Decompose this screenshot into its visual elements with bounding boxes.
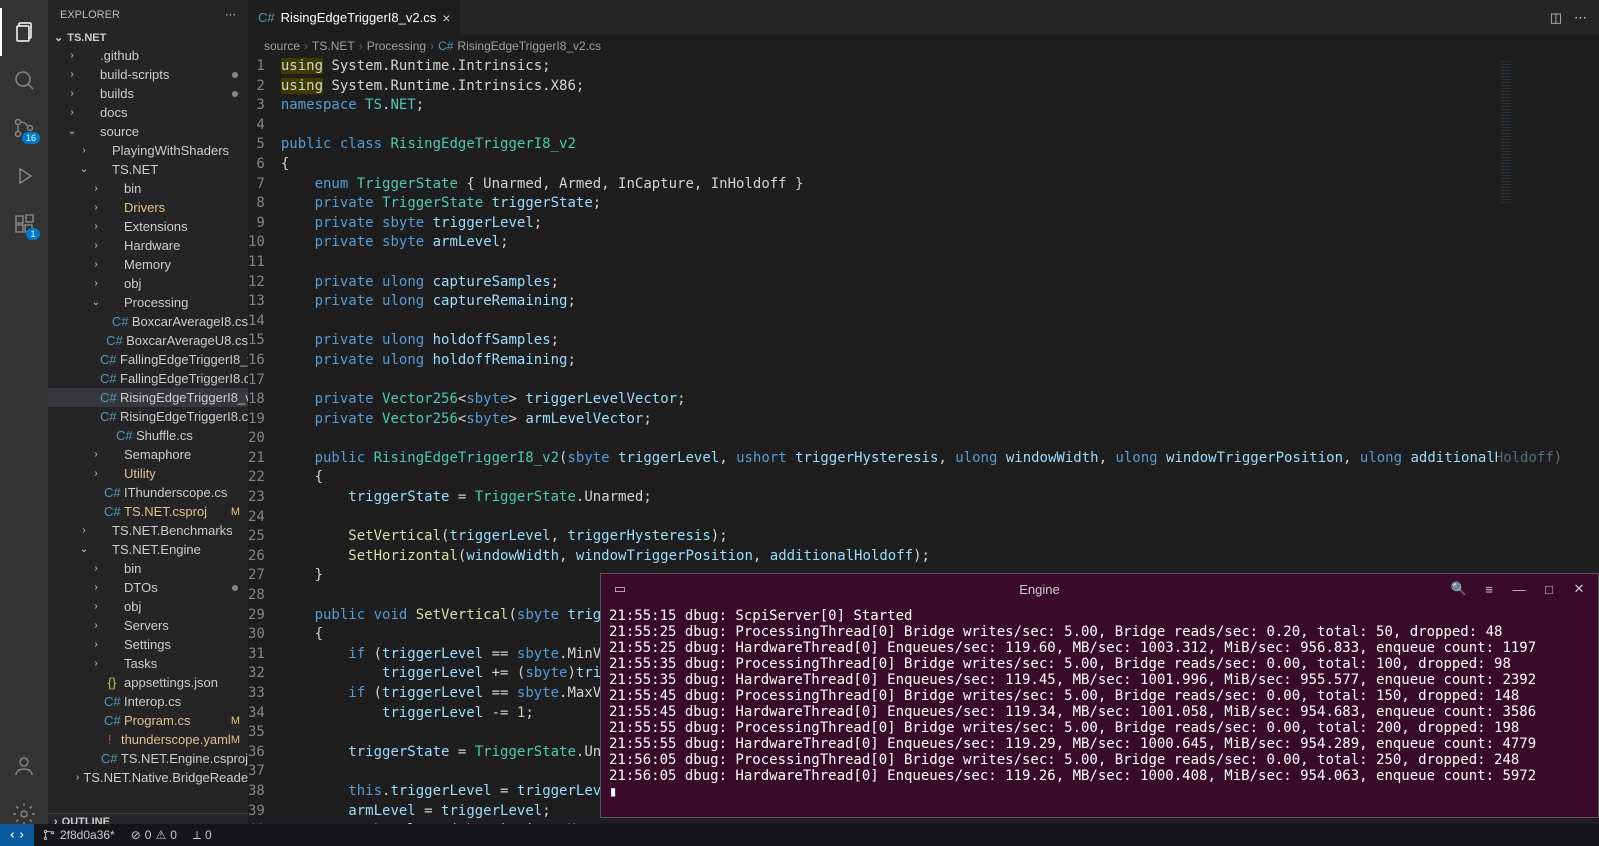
more-icon[interactable]: ⋯ [1574,10,1587,26]
explorer-icon[interactable] [0,8,48,56]
terminal-title: Engine [639,582,1440,597]
tree-item[interactable]: ›Utility [48,464,248,483]
file-tree: ›.github›build-scripts›builds›docs⌄sourc… [48,46,248,813]
branch-indicator[interactable]: 2f8d0a36* [34,828,123,842]
maximize-icon[interactable]: □ [1538,578,1560,600]
tree-item[interactable]: C#Program.csM [48,711,248,730]
close-icon[interactable]: ✕ [1568,578,1590,600]
tree-item[interactable]: ⌄source [48,122,248,141]
tree-item[interactable]: C#RisingEdgeTriggerI8_v2.cs [48,388,248,407]
tree-item[interactable]: C#TS.NET.csprojM [48,502,248,521]
extensions-icon[interactable]: 1 [0,200,48,248]
tree-item[interactable]: ›build-scripts [48,65,248,84]
scm-badge: 16 [22,132,40,144]
tab-label: RisingEdgeTriggerI8_v2.cs [281,10,437,25]
tree-item[interactable]: ›TS.NET.Native.BridgeReader [48,768,248,787]
tree-item[interactable]: ›docs [48,103,248,122]
tree-item[interactable]: ⌄TS.NET.Engine [48,540,248,559]
tree-item[interactable]: C#Shuffle.cs [48,426,248,445]
terminal-header: ▭ Engine 🔍 ≡ — □ ✕ [601,574,1598,604]
minimize-icon[interactable]: — [1508,578,1530,600]
tree-item[interactable]: ›Semaphore [48,445,248,464]
tree-item[interactable]: !thunderscope.yamlM [48,730,248,749]
source-control-icon[interactable]: 16 [0,104,48,152]
sidebar: EXPLORER ⋯ ⌄TS.NET ›.github›build-script… [48,0,248,846]
tree-item[interactable]: C#FallingEdgeTriggerI8_v2.cs [48,350,248,369]
tree-item[interactable]: C#IThunderscope.cs [48,483,248,502]
tree-item[interactable]: ›DTOs [48,578,248,597]
tree-item[interactable]: ›TS.NET.Benchmarks [48,521,248,540]
project-root[interactable]: ⌄TS.NET [48,29,248,46]
terminal-tab-icon[interactable]: ▭ [609,578,631,600]
tree-item[interactable]: ›obj [48,274,248,293]
tree-item[interactable]: ›bin [48,179,248,198]
close-icon[interactable]: × [442,10,450,26]
terminal-panel: ▭ Engine 🔍 ≡ — □ ✕ 21:55:15 dbug: ScpiSe… [600,573,1599,818]
account-icon[interactable] [0,742,48,790]
tree-item[interactable]: C#BoxcarAverageI8.cs [48,312,248,331]
breadcrumb[interactable]: source›TS.NET›Processing›C# RisingEdgeTr… [248,35,1599,57]
tree-item[interactable]: C#TS.NET.Engine.csproj [48,749,248,768]
tree-item[interactable]: ›Drivers [48,198,248,217]
tree-item[interactable]: ›Extensions [48,217,248,236]
tree-item[interactable]: ›Tasks [48,654,248,673]
tree-item[interactable]: ⌄TS.NET [48,160,248,179]
tree-item[interactable]: C#FallingEdgeTriggerI8.cs [48,369,248,388]
sidebar-header: EXPLORER ⋯ [48,0,248,29]
activity-bar: 16 1 [0,0,48,846]
split-icon[interactable]: ◫ [1550,10,1562,26]
tree-item[interactable]: ⌄Processing [48,293,248,312]
tree-item[interactable]: ›Servers [48,616,248,635]
explorer-title: EXPLORER [60,9,120,21]
search-icon[interactable] [0,56,48,104]
tree-item[interactable]: {}appsettings.json [48,673,248,692]
tree-item[interactable]: ›Hardware [48,236,248,255]
tree-item[interactable]: ›obj [48,597,248,616]
debug-icon[interactable] [0,152,48,200]
remote-icon[interactable] [0,824,34,846]
problems-indicator[interactable]: ⊘ 0 ⚠ 0 [123,828,185,842]
tree-item[interactable]: C#RisingEdgeTriggerI8.cs [48,407,248,426]
tree-item[interactable]: C#BoxcarAverageU8.cs [48,331,248,350]
search-icon[interactable]: 🔍 [1448,578,1470,600]
tree-item[interactable]: ›PlayingWithShaders [48,141,248,160]
ext-badge: 1 [26,228,40,240]
menu-icon[interactable]: ≡ [1478,578,1500,600]
ports-indicator[interactable]: ⟂ 0 [185,828,220,843]
tree-item[interactable]: ›Settings [48,635,248,654]
status-bar: 2f8d0a36* ⊘ 0 ⚠ 0 ⟂ 0 [0,824,1599,846]
csharp-icon: C# [258,10,275,25]
editor-tabs: C# RisingEdgeTriggerI8_v2.cs × ◫ ⋯ [248,0,1599,35]
tree-item[interactable]: ›builds [48,84,248,103]
terminal-output[interactable]: 21:55:15 dbug: ScpiServer[0] Started 21:… [601,604,1598,817]
tree-item[interactable]: ›bin [48,559,248,578]
tree-item[interactable]: ›Memory [48,255,248,274]
tree-item[interactable]: ›.github [48,46,248,65]
tab-active[interactable]: C# RisingEdgeTriggerI8_v2.cs × [248,0,461,35]
line-gutter: 1234567891011121314151617181920212223242… [248,57,281,846]
more-icon[interactable]: ⋯ [225,8,236,21]
tree-item[interactable]: C#Interop.cs [48,692,248,711]
